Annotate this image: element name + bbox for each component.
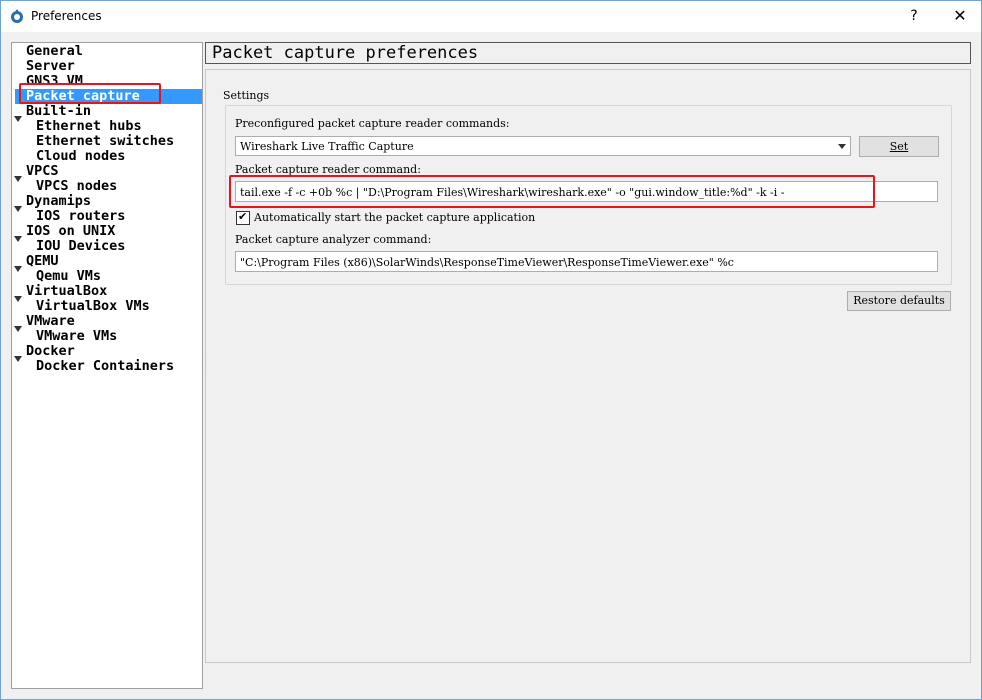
reader-command-value: tail.exe -f -c +0b %c | "D:\Program File… xyxy=(240,186,785,199)
preconfigured-commands-select[interactable]: Wireshark Live Traffic Capture xyxy=(235,136,851,156)
expand-arrow-icon[interactable] xyxy=(14,258,22,272)
gns3-app-icon xyxy=(9,8,25,24)
preconfigured-commands-label: Preconfigured packet capture reader comm… xyxy=(235,117,510,130)
help-button[interactable]: ? xyxy=(899,5,929,27)
auto-start-label[interactable]: Automatically start the packet capture a… xyxy=(254,211,535,224)
expand-arrow-icon[interactable] xyxy=(14,318,22,332)
window-title: Preferences xyxy=(31,9,102,23)
preconfigured-commands-value: Wireshark Live Traffic Capture xyxy=(240,140,414,153)
tree-item-dynamips[interactable]: Dynamips xyxy=(26,194,91,209)
tree-item-qemu[interactable]: QEMU xyxy=(26,254,59,269)
page-header: Packet capture preferences xyxy=(205,42,971,64)
tree-item-ios-on-unix[interactable]: IOS on UNIX xyxy=(26,224,115,239)
expand-arrow-icon[interactable] xyxy=(14,288,22,302)
preferences-tree[interactable]: General Server GNS3 VM Packet capture Bu… xyxy=(11,42,203,689)
tree-item-server[interactable]: Server xyxy=(26,59,75,74)
checkmark-icon: ✔ xyxy=(238,210,248,223)
reader-command-input[interactable]: tail.exe -f -c +0b %c | "D:\Program File… xyxy=(235,181,938,202)
analyzer-command-value: "C:\Program Files (x86)\SolarWinds\Respo… xyxy=(240,256,734,269)
tree-item-cloud-nodes[interactable]: Cloud nodes xyxy=(36,149,125,164)
expand-arrow-icon[interactable] xyxy=(14,108,22,122)
expand-arrow-icon[interactable] xyxy=(14,168,22,182)
tree-item-vmware[interactable]: VMware xyxy=(26,314,75,329)
tree-item-ethernet-hubs[interactable]: Ethernet hubs xyxy=(36,119,142,134)
tree-item-gns3-vm[interactable]: GNS3 VM xyxy=(26,74,83,89)
analyzer-command-label: Packet capture analyzer command: xyxy=(235,233,432,246)
tree-item-virtualbox[interactable]: VirtualBox xyxy=(26,284,107,299)
tree-item-docker-containers[interactable]: Docker Containers xyxy=(36,359,174,374)
expand-arrow-icon[interactable] xyxy=(14,348,22,362)
restore-defaults-button[interactable]: Restore defaults xyxy=(847,291,951,311)
expand-arrow-icon[interactable] xyxy=(14,198,22,212)
tree-item-ios-routers[interactable]: IOS routers xyxy=(36,209,125,224)
expand-arrow-icon[interactable] xyxy=(14,228,22,242)
tree-item-ethernet-switches[interactable]: Ethernet switches xyxy=(36,134,174,149)
reader-command-label: Packet capture reader command: xyxy=(235,163,421,176)
tree-item-vpcs[interactable]: VPCS xyxy=(26,164,59,179)
tree-item-packet-capture[interactable]: Packet capture xyxy=(15,89,202,104)
tree-item-qemu-vms[interactable]: Qemu VMs xyxy=(36,269,101,284)
tree-item-iou-devices[interactable]: IOU Devices xyxy=(36,239,125,254)
analyzer-command-input[interactable]: "C:\Program Files (x86)\SolarWinds\Respo… xyxy=(235,251,938,272)
close-button[interactable]: ✕ xyxy=(945,5,975,27)
tree-item-virtualbox-vms[interactable]: VirtualBox VMs xyxy=(36,299,150,314)
set-button[interactable]: Set xyxy=(859,136,939,157)
tree-item-vmware-vms[interactable]: VMware VMs xyxy=(36,329,117,344)
settings-group-label: Settings xyxy=(223,89,270,102)
tree-item-docker[interactable]: Docker xyxy=(26,344,75,359)
set-button-label: Set xyxy=(889,140,909,153)
page-title: Packet capture preferences xyxy=(212,43,479,63)
tree-item-vpcs-nodes[interactable]: VPCS nodes xyxy=(36,179,117,194)
tree-item-general[interactable]: General xyxy=(26,44,83,59)
dropdown-arrow-icon xyxy=(838,144,846,149)
auto-start-checkbox[interactable]: ✔ xyxy=(236,210,250,225)
title-bar: Preferences ? ✕ xyxy=(1,1,981,32)
tree-item-built-in[interactable]: Built-in xyxy=(26,104,91,119)
